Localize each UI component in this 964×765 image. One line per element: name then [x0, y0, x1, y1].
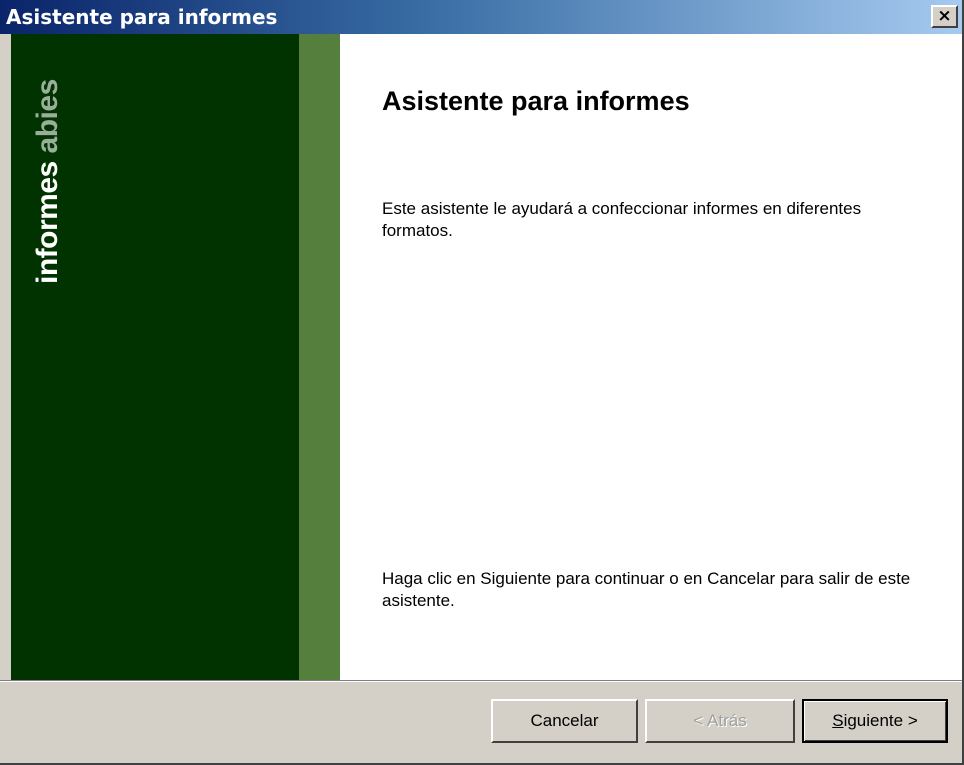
sidebar-logo: informes abies	[30, 79, 66, 284]
instruction-text: Haga clic en Siguiente para continuar o …	[382, 569, 911, 610]
next-button[interactable]: Siguiente >	[802, 699, 948, 743]
back-button[interactable]: < Atrás	[645, 699, 795, 743]
next-button-accesskey: S	[832, 711, 844, 730]
sidebar-panel-top	[11, 34, 299, 54]
logo-main-text: informes	[31, 161, 64, 284]
intro-text: Este asistente le ayudará a confeccionar…	[382, 199, 862, 240]
next-button-label: iguiente >	[843, 711, 918, 730]
close-button[interactable]: ×	[931, 5, 958, 28]
title-bar[interactable]: Asistente para informes ×	[0, 0, 962, 34]
sidebar-stripe-top	[299, 34, 340, 54]
page-title: Asistente para informes	[382, 86, 690, 116]
wizard-content: informes abies Asistente para informes E…	[0, 34, 962, 680]
footer-separator	[0, 680, 962, 682]
sidebar-stripe	[299, 54, 340, 680]
logo-accent-text: abies	[31, 79, 64, 154]
window-title: Asistente para informes	[6, 5, 278, 29]
wizard-window: Asistente para informes × informes abies…	[0, 0, 964, 765]
cancel-button[interactable]: Cancelar	[491, 699, 638, 743]
close-icon: ×	[937, 6, 952, 26]
left-frame	[0, 34, 11, 680]
